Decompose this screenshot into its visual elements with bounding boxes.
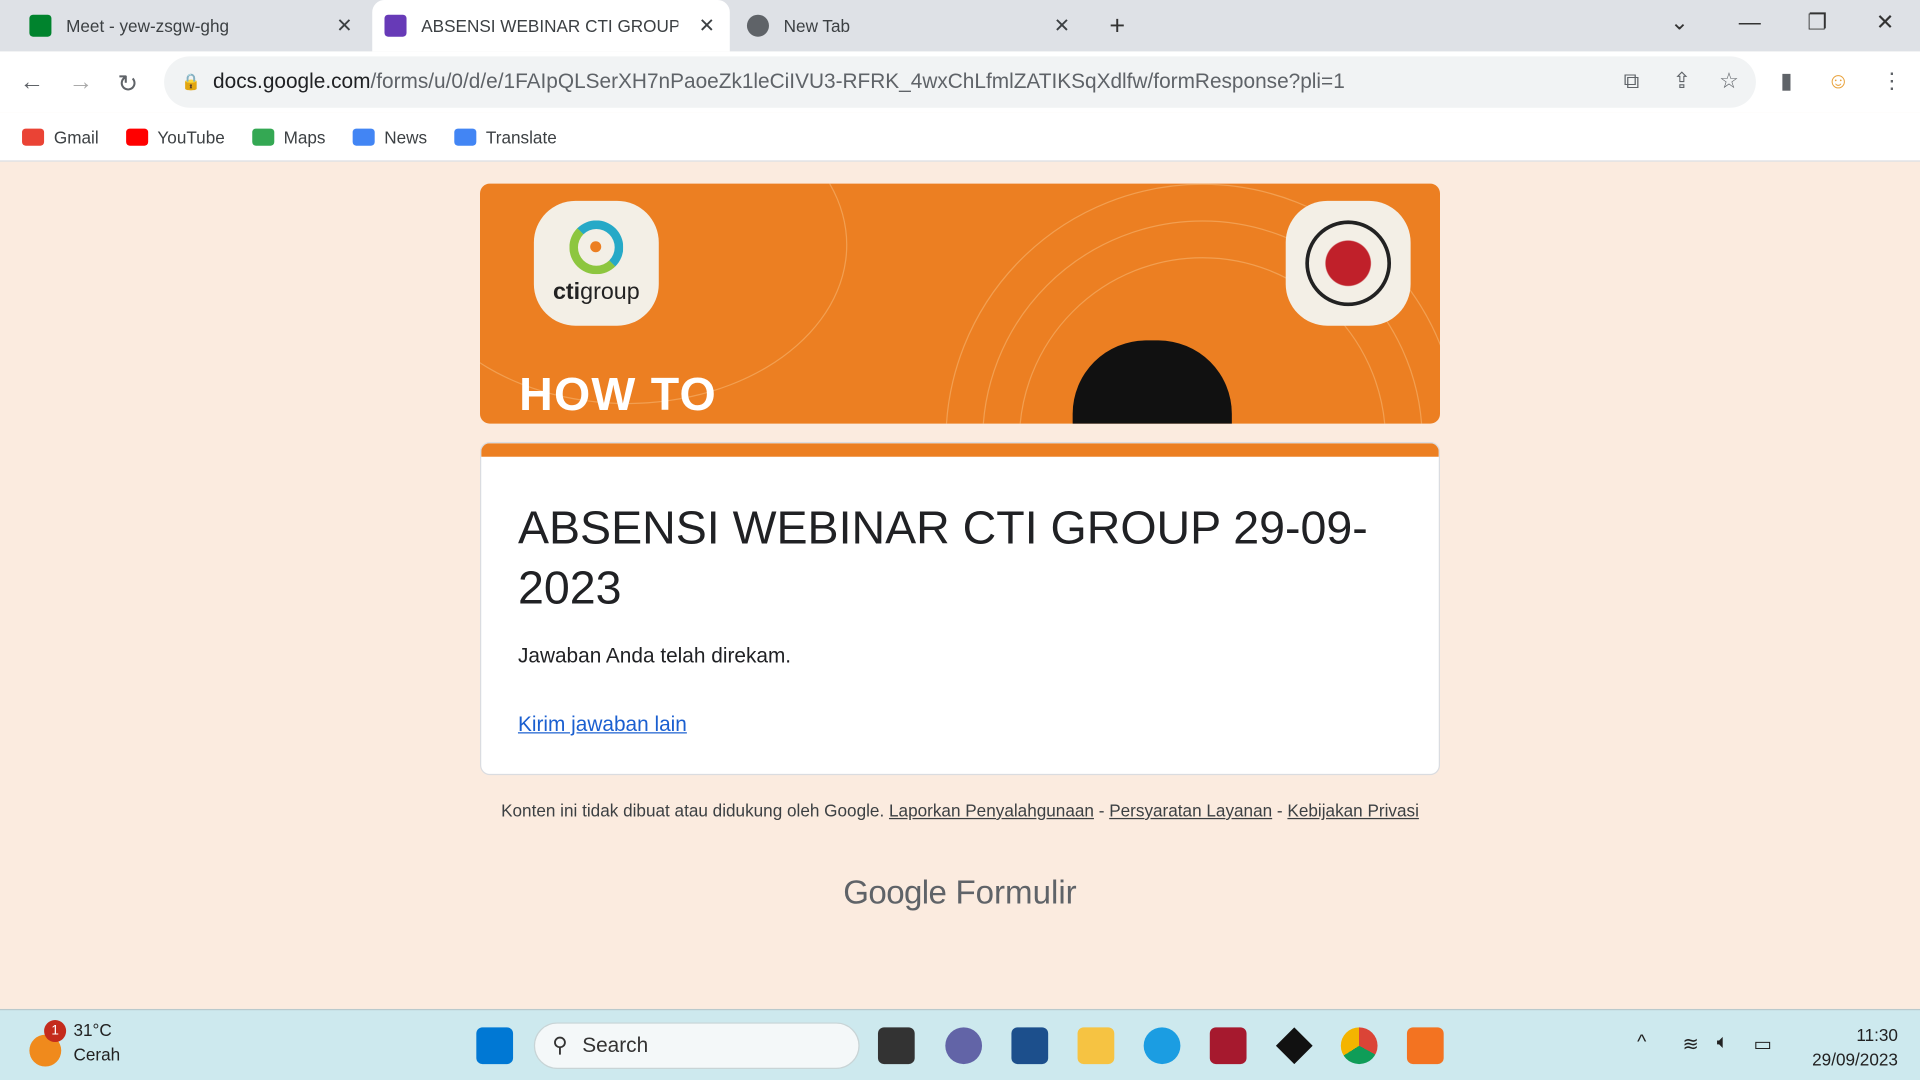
youtube-icon [125, 127, 148, 146]
tab-form[interactable]: ABSENSI WEBINAR CTI GROUP 29-09-2023 ✕ [372, 0, 730, 52]
lock-icon[interactable]: 🔒 [181, 72, 201, 92]
bookmark-news[interactable]: News [352, 126, 428, 147]
reload-button[interactable]: ↻ [118, 69, 139, 100]
confirmation-message: Jawaban Anda telah direkam. [517, 644, 792, 668]
disclaimer-text: Konten ini tidak dibuat atau didukung ol… [501, 800, 885, 821]
university-seal-logo [1285, 200, 1411, 326]
bookmark-translate[interactable]: Translate [454, 126, 557, 147]
close-tab-icon[interactable]: ✕ [699, 13, 715, 37]
taskbar-search[interactable]: ⚲ Search [533, 1022, 860, 1069]
edge-icon[interactable] [1143, 1027, 1181, 1065]
mendeley-icon[interactable] [1209, 1027, 1247, 1065]
xampp-icon[interactable] [1406, 1027, 1444, 1065]
restore-button[interactable]: ❐ [1807, 10, 1827, 36]
accent-strip [481, 443, 1439, 457]
bookmark-label: Maps [283, 126, 326, 147]
bookmark-youtube[interactable]: YouTube [125, 126, 225, 147]
translate-icon [454, 127, 477, 146]
bookmark-label: YouTube [157, 126, 225, 147]
tab-search-chevron-icon[interactable]: ⌄ [1670, 10, 1688, 36]
temperature: 31°C [73, 1020, 112, 1040]
side-panel-icon[interactable]: ▮ [1780, 69, 1792, 95]
google-meet-icon [29, 14, 52, 37]
windows-taskbar: 1 31°C Cerah ⚲ Search ^ ≋ 🔈︎ ▭ 11:30 29/09/… [0, 1008, 1920, 1080]
close-tab-icon[interactable]: ✕ [1054, 13, 1070, 37]
show-hidden-icons-chevron[interactable]: ^ [1637, 1032, 1646, 1054]
chrome-icon[interactable] [1340, 1027, 1378, 1065]
translate-icon[interactable]: ⧉ [1624, 69, 1640, 95]
system-clock[interactable]: 11:30 29/09/2023 [1812, 1022, 1898, 1071]
task-view-icon[interactable] [877, 1027, 915, 1065]
globe-icon [746, 14, 769, 37]
volume-icon[interactable]: 🔈︎ [1717, 1032, 1729, 1054]
google-forms-icon [384, 14, 407, 37]
browser-toolbar: ← → ↻ 🔒 docs.google.com/forms/u/0/d/e/1F… [0, 51, 1920, 113]
close-window-button[interactable]: ✕ [1876, 10, 1894, 36]
bookmark-label: Translate [485, 126, 557, 147]
gmail-icon [22, 127, 45, 146]
maps-icon [251, 127, 274, 146]
submit-another-response-link[interactable]: Kirim jawaban lain [518, 713, 687, 737]
bookmark-label: Gmail [53, 126, 99, 147]
microsoft-store-icon[interactable] [1011, 1027, 1049, 1065]
wifi-icon[interactable]: ≋ [1682, 1032, 1698, 1056]
bookmark-star-icon[interactable]: ☆ [1719, 69, 1739, 95]
weather-sun-icon: 1 [29, 1020, 67, 1067]
tab-title: Meet - yew-zsgw-ghg [66, 15, 230, 36]
tab-title: New Tab [783, 15, 851, 36]
form-footer: Konten ini tidak dibuat atau didukung ol… [490, 800, 1430, 822]
separator: - [1093, 800, 1110, 821]
url-host: docs.google.com [213, 69, 371, 94]
tab-meet[interactable]: Meet - yew-zsgw-ghg ✕ [17, 0, 367, 51]
bookmark-maps[interactable]: Maps [251, 126, 326, 147]
bookmark-label: News [384, 126, 428, 147]
google-forms-logo[interactable]: Google Formulir [0, 874, 1920, 912]
file-explorer-icon[interactable] [1077, 1027, 1115, 1065]
battery-icon[interactable]: ▭ [1753, 1032, 1772, 1056]
form-title: ABSENSI WEBINAR CTI GROUP 29-09-2023 [517, 503, 1368, 615]
start-button[interactable] [476, 1027, 514, 1065]
form-response-card: ABSENSI WEBINAR CTI GROUP 29-09-2023 Jaw… [480, 442, 1441, 776]
tab-title: ABSENSI WEBINAR CTI GROUP 29-09-2023 [421, 15, 679, 36]
new-tab-button[interactable]: + [1109, 10, 1125, 42]
report-abuse-link[interactable]: Laporkan Penyalahgunaan [889, 801, 1094, 821]
news-icon [352, 127, 375, 146]
tab-new-tab[interactable]: New Tab ✕ [735, 0, 1085, 51]
form-header-banner: ctigroup HOW TO [480, 183, 1441, 424]
dropbox-icon[interactable] [1275, 1027, 1313, 1065]
minimize-button[interactable]: — [1739, 10, 1761, 36]
menu-icon[interactable]: ⋮ [1881, 69, 1903, 95]
weather-condition: Cerah [73, 1044, 121, 1065]
teams-chat-icon[interactable] [945, 1027, 983, 1065]
bookmark-gmail[interactable]: Gmail [22, 126, 99, 147]
separator: - [1272, 800, 1288, 821]
privacy-link[interactable]: Kebijakan Privasi [1287, 801, 1418, 821]
share-icon[interactable]: ⇪ [1673, 69, 1691, 95]
notification-badge: 1 [44, 1020, 67, 1043]
url-path: /forms/u/0/d/e/1FAIpQLSerXH7nPaoeZk1leCi… [370, 69, 1345, 94]
address-bar[interactable]: 🔒 docs.google.com/forms/u/0/d/e/1FAIpQLS… [164, 56, 1756, 108]
clock-date: 29/09/2023 [1812, 1049, 1898, 1069]
tab-strip: Meet - yew-zsgw-ghg ✕ ABSENSI WEBINAR CT… [0, 0, 1920, 52]
forward-button[interactable]: → [69, 69, 93, 97]
profile-avatar[interactable]: ☺ [1827, 69, 1850, 95]
terms-link[interactable]: Persyaratan Layanan [1109, 801, 1272, 821]
weather-widget[interactable]: 1 31°C Cerah [29, 1020, 120, 1067]
clock-time: 11:30 [1856, 1024, 1898, 1045]
close-tab-icon[interactable]: ✕ [336, 13, 352, 37]
banner-heading: HOW TO [519, 369, 717, 422]
cti-group-logo: ctigroup [533, 200, 659, 326]
search-icon: ⚲ [552, 1033, 568, 1057]
bookmarks-bar: Gmail YouTube Maps News Translate [0, 112, 1920, 162]
back-button[interactable]: ← [20, 69, 44, 97]
search-placeholder: Search [582, 1033, 649, 1057]
